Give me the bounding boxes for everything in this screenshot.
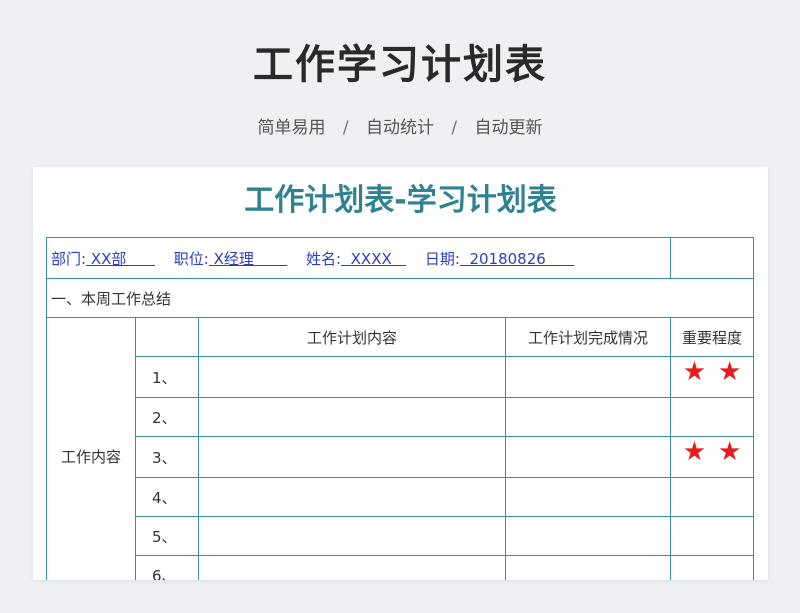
sheet-title: 工作计划表-学习计划表: [244, 183, 557, 218]
section-title[interactable]: 一、本周工作总结: [45, 278, 755, 318]
dept-value[interactable]: XX部: [86, 250, 155, 268]
info-row: 部门: XX部 职位: X经理 姓名: XXXX 日期: 20180826: [45, 237, 755, 279]
column-header-content[interactable]: 工作计划内容: [198, 317, 506, 357]
importance-cell[interactable]: [670, 516, 755, 556]
row-number[interactable]: 5、: [135, 516, 199, 556]
position-value[interactable]: X经理: [209, 250, 287, 268]
section-row: 一、本周工作总结: [45, 278, 755, 318]
column-header-status[interactable]: 工作计划完成情况: [504, 317, 672, 357]
position-label: 职位:: [173, 249, 209, 268]
separator: /: [451, 118, 458, 138]
content-cell[interactable]: [198, 356, 506, 398]
table-row: 2、: [47, 397, 755, 437]
date-value[interactable]: 20180826: [460, 250, 575, 268]
row-number[interactable]: 1、: [135, 356, 199, 398]
star-icon: ★: [718, 437, 742, 467]
importance-cell[interactable]: ★ ★: [670, 436, 755, 478]
status-cell[interactable]: [504, 555, 672, 580]
content-cell[interactable]: [198, 555, 506, 580]
spreadsheet-preview: 工作计划表-学习计划表 部门: XX部 职位: X经理 姓名: XXXX 日期:…: [33, 167, 768, 580]
feature-auto-stats: 自动统计: [366, 118, 434, 138]
content-cell[interactable]: [198, 477, 506, 517]
feature-list: 简单易用 / 自动统计 / 自动更新: [0, 113, 800, 138]
table-row: 1、 ★ ★: [47, 356, 755, 398]
dept-label: 部门:: [51, 249, 87, 268]
content-cell[interactable]: [198, 436, 506, 478]
plan-table: 部门: XX部 职位: X经理 姓名: XXXX 日期: 20180826 一、…: [45, 237, 755, 580]
table-row: 6、: [47, 555, 755, 580]
date-label: 日期:: [424, 249, 460, 268]
page-title: 工作学习计划表: [253, 42, 547, 88]
name-label: 姓名:: [306, 249, 342, 268]
table-row: 3、 ★ ★: [47, 436, 755, 478]
status-cell[interactable]: [504, 356, 672, 398]
feature-auto-update: 自动更新: [474, 118, 543, 138]
status-cell[interactable]: [504, 477, 672, 517]
importance-cell[interactable]: [670, 555, 755, 580]
header-empty-cell[interactable]: [135, 317, 199, 357]
row-number[interactable]: 6、: [135, 555, 199, 580]
column-header-importance[interactable]: 重要程度: [670, 317, 755, 357]
row-number[interactable]: 4、: [135, 477, 199, 517]
feature-easy: 简单易用: [257, 118, 326, 138]
header-row: 工作内容 工作计划内容 工作计划完成情况 重要程度: [46, 317, 755, 580]
name-value[interactable]: XXXX: [341, 250, 406, 268]
star-icon: ★: [682, 357, 707, 387]
table-row: 4、: [47, 477, 755, 517]
info-cell[interactable]: 部门: XX部 职位: X经理 姓名: XXXX 日期: 20180826: [45, 237, 672, 279]
separator: /: [342, 118, 349, 138]
status-cell[interactable]: [504, 436, 672, 478]
row-number[interactable]: 3、: [135, 436, 199, 478]
table-row: 5、: [47, 516, 755, 556]
info-empty-cell[interactable]: [670, 237, 755, 279]
status-cell[interactable]: [504, 397, 672, 437]
row-number[interactable]: 2、: [135, 397, 199, 437]
status-cell[interactable]: [504, 516, 672, 556]
content-cell[interactable]: [198, 516, 506, 556]
importance-cell[interactable]: [670, 397, 755, 437]
content-cell[interactable]: [198, 397, 506, 437]
row-group-label[interactable]: 工作内容: [46, 317, 136, 580]
importance-cell[interactable]: [670, 477, 755, 517]
star-icon: ★: [682, 437, 707, 467]
star-icon: ★: [718, 357, 742, 387]
importance-cell[interactable]: ★ ★: [670, 356, 755, 398]
